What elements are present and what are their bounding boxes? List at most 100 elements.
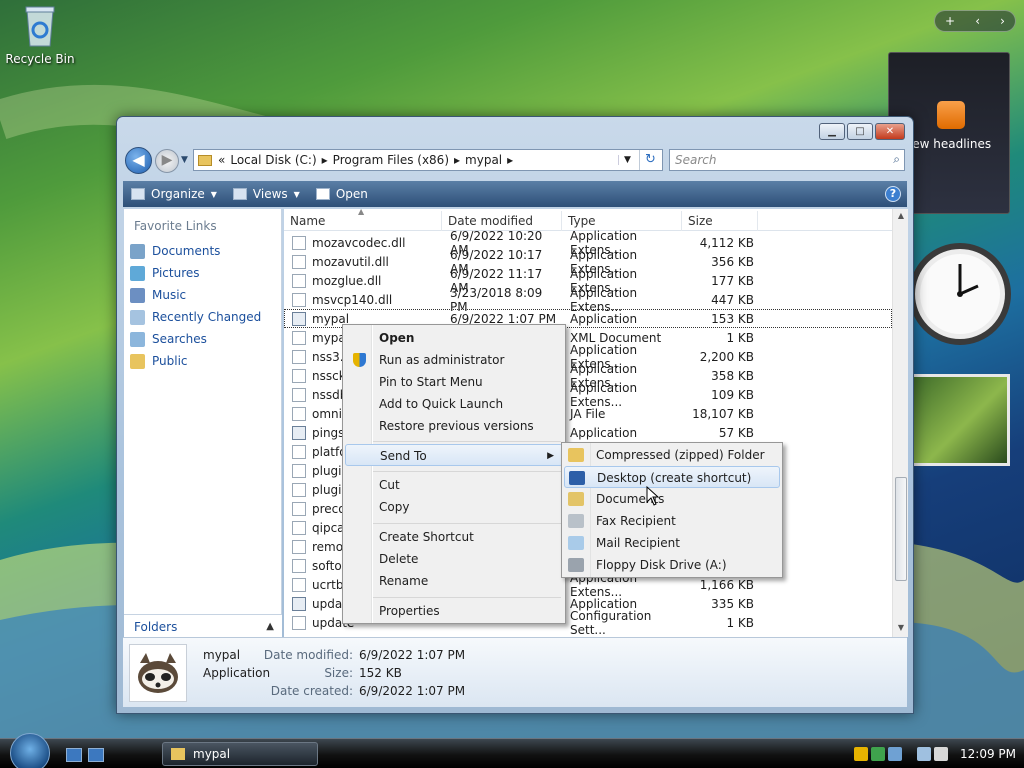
show-desktop-icon[interactable] <box>66 748 82 762</box>
scroll-up-icon[interactable]: ▲ <box>893 211 909 220</box>
slideshow-gadget[interactable] <box>910 374 1010 466</box>
details-size-label: Size: <box>324 666 353 680</box>
scroll-thumb[interactable] <box>895 477 907 581</box>
views-button[interactable]: Views ▼ <box>225 181 308 207</box>
address-segment-local-disk[interactable]: Local Disk (C:) <box>230 153 316 167</box>
file-size: 153 KB <box>711 311 754 326</box>
send-to-mail-recipient[interactable]: Mail Recipient <box>564 532 780 554</box>
file-icon <box>292 501 306 516</box>
menu-properties[interactable]: Properties <box>345 600 563 622</box>
refresh-icon[interactable]: ↻ <box>639 150 661 170</box>
back-button[interactable]: ◀ <box>125 147 152 174</box>
maximize-button[interactable]: □ <box>847 123 873 140</box>
file-size: 109 KB <box>711 387 754 402</box>
menu-cut[interactable]: Cut <box>345 474 563 496</box>
address-root[interactable]: « <box>218 153 225 167</box>
views-icon <box>232 188 247 200</box>
file-size: 358 KB <box>711 368 754 383</box>
command-bar: Organize ▼ Views ▼ Open ? <box>123 181 907 207</box>
sidebar-controls: + ‹ › <box>934 10 1016 32</box>
organize-icon <box>131 188 145 200</box>
search-input[interactable]: Search ⌕ <box>669 149 905 171</box>
nav-link-searches[interactable]: Searches <box>130 329 207 349</box>
context-menu: Open Run as administrator Pin to Start M… <box>342 324 566 624</box>
table-row[interactable]: msvcp140.dll 3/23/2018 8:09 PM Application… <box>284 286 892 314</box>
address-dropdown-icon[interactable]: ▼ <box>618 155 636 165</box>
taskbar-clock[interactable]: 12:09 PM <box>960 747 1016 761</box>
clock-gadget[interactable] <box>908 230 1012 358</box>
menu-add-to-quick-launch[interactable]: Add to Quick Launch <box>345 393 563 415</box>
search-icon[interactable]: ⌕ <box>893 152 900 167</box>
file-size: 447 KB <box>711 292 754 307</box>
help-icon[interactable]: ? <box>885 186 901 202</box>
menu-pin-to-start[interactable]: Pin to Start Menu <box>345 371 563 393</box>
folders-toggle[interactable]: Folders ▲ <box>124 614 282 638</box>
file-icon <box>292 444 306 459</box>
send-to-submenu: Compressed (zipped) Folder Desktop (crea… <box>561 442 783 578</box>
organize-button[interactable]: Organize ▼ <box>123 181 225 207</box>
file-name: mozglue.dll <box>312 273 382 288</box>
file-name: mozavutil.dll <box>312 254 389 269</box>
tray-app-icon[interactable] <box>888 747 902 761</box>
mouse-cursor-icon <box>646 486 660 506</box>
scroll-down-icon[interactable]: ▼ <box>893 623 909 632</box>
taskbar-button-mypal[interactable]: mypal <box>162 742 318 766</box>
menu-send-to[interactable]: Send To ▶ <box>345 444 563 466</box>
security-shield-icon[interactable] <box>854 747 868 761</box>
close-button[interactable]: ✕ <box>875 123 905 140</box>
desktop-icon <box>569 471 585 485</box>
menu-rename[interactable]: Rename <box>345 570 563 592</box>
menu-restore-previous-versions[interactable]: Restore previous versions <box>345 415 563 437</box>
column-size[interactable]: Size <box>682 211 758 231</box>
file-icon <box>292 330 306 345</box>
recycle-bin-icon <box>23 4 57 48</box>
file-size: 1 KB <box>726 330 754 345</box>
file-size: 335 KB <box>711 596 754 611</box>
file-type: Configuration Sett... <box>570 608 652 637</box>
next-gadget-button[interactable]: › <box>1000 14 1005 28</box>
switch-windows-icon[interactable] <box>88 748 104 762</box>
nav-link-public[interactable]: Public <box>130 351 188 371</box>
open-button[interactable]: Open <box>308 181 376 207</box>
vertical-scrollbar[interactable]: ▲ ▼ <box>892 209 908 637</box>
details-file-name: mypal <box>203 648 241 662</box>
recently-changed-icon <box>130 309 145 325</box>
recent-pages-dropdown[interactable]: ▼ <box>181 155 188 165</box>
menu-copy[interactable]: Copy <box>345 496 563 518</box>
nav-link-recently-changed[interactable]: Recently Changed <box>130 307 261 327</box>
taskbar: mypal 12:09 PM <box>0 733 1024 768</box>
address-segment-program-files[interactable]: Program Files (x86) <box>333 153 449 167</box>
details-date-modified-value: 6/9/2022 1:07 PM <box>359 648 466 662</box>
nav-link-documents[interactable]: Documents <box>130 241 220 261</box>
menu-delete[interactable]: Delete <box>345 548 563 570</box>
sort-indicator-icon: ▲ <box>358 207 365 216</box>
menu-create-shortcut[interactable]: Create Shortcut <box>345 526 563 548</box>
address-segment-mypal[interactable]: mypal <box>465 153 502 167</box>
network-icon[interactable] <box>917 747 931 761</box>
nav-link-pictures[interactable]: Pictures <box>130 263 200 283</box>
favorite-links-heading: Favorite Links <box>134 219 217 233</box>
send-to-compressed-folder[interactable]: Compressed (zipped) Folder <box>564 444 780 466</box>
update-icon[interactable] <box>871 747 885 761</box>
send-to-desktop[interactable]: Desktop (create shortcut) <box>564 466 780 488</box>
menu-open[interactable]: Open <box>345 327 563 349</box>
recycle-bin-shortcut[interactable]: Recycle Bin <box>4 2 76 66</box>
address-bar[interactable]: « Local Disk (C:) ▸ Program Files (x86) ▸ … <box>193 149 663 171</box>
file-icon <box>292 273 306 288</box>
start-button[interactable] <box>10 733 50 768</box>
send-to-documents[interactable]: Documents <box>564 488 780 510</box>
send-to-fax-recipient[interactable]: Fax Recipient <box>564 510 780 532</box>
prev-gadget-button[interactable]: ‹ <box>975 14 980 28</box>
nav-link-music[interactable]: Music <box>130 285 186 305</box>
file-icon <box>292 254 306 269</box>
volume-icon[interactable] <box>934 747 948 761</box>
menu-run-as-administrator[interactable]: Run as administrator <box>345 349 563 371</box>
details-size-value: 152 KB <box>359 666 402 680</box>
forward-button[interactable]: ▶ <box>155 149 179 173</box>
folder-icon <box>171 748 185 760</box>
file-icon <box>292 577 306 592</box>
minimize-button[interactable]: ▁ <box>819 123 845 140</box>
add-gadget-button[interactable]: + <box>945 14 955 28</box>
send-to-floppy-drive[interactable]: Floppy Disk Drive (A:) <box>564 554 780 576</box>
file-icon <box>292 406 306 421</box>
